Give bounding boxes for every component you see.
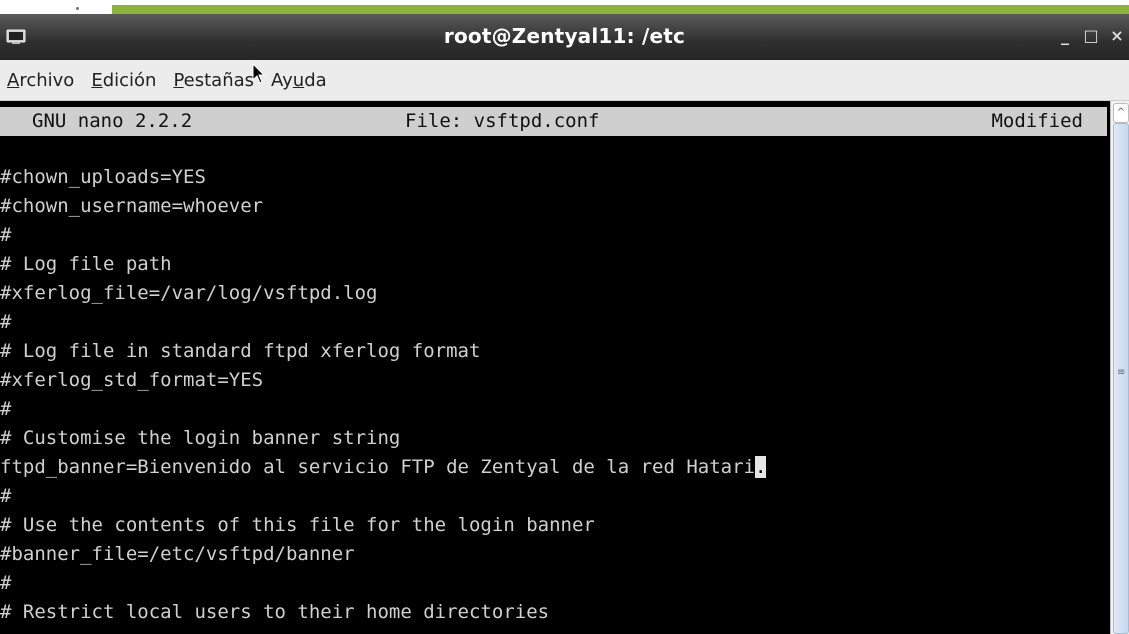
terminal-area[interactable]: GNU nano 2.2.2 File: vsftpd.conf Modifie… <box>0 101 1110 634</box>
scroll-up-button[interactable]: ^ <box>1113 103 1129 123</box>
editor-line: # <box>0 311 12 333</box>
editor-line: #chown_uploads=YES <box>0 166 206 188</box>
editor-line: # Log file in standard ftpd xferlog form… <box>0 340 481 362</box>
editor-line-text: ftpd_banner=Bienvenido al servicio FTP d… <box>0 456 755 478</box>
editor-line: #xferlog_file=/var/log/vsftpd.log <box>0 282 378 304</box>
editor-line: # <box>0 485 12 507</box>
menu-pestanas[interactable]: Pestañas <box>173 70 254 91</box>
editor-content[interactable]: #chown_uploads=YES #chown_username=whoev… <box>0 163 767 627</box>
editor-line-active: ftpd_banner=Bienvenido al servicio FTP d… <box>0 453 767 482</box>
desktop-strip <box>0 0 1129 14</box>
window-title: root@Zentyal11: /etc <box>443 24 686 48</box>
menu-ayuda[interactable]: Ayuda <box>271 70 327 91</box>
window-titlebar[interactable]: root@Zentyal11: /etc _ □ × <box>0 14 1129 60</box>
maximize-button[interactable]: □ <box>1083 27 1099 45</box>
editor-line: # <box>0 224 12 246</box>
close-button[interactable]: × <box>1109 27 1125 45</box>
editor-line: # <box>0 398 12 420</box>
scrollbar-grip-icon: ≡ <box>1117 367 1126 378</box>
editor-line: #xferlog_std_format=YES <box>0 369 264 391</box>
desktop-green-bar <box>112 5 1129 14</box>
editor-line: #chown_username=whoever <box>0 195 264 217</box>
editor-line: # Customise the login banner string <box>0 427 401 449</box>
menu-edicion[interactable]: Edición <box>91 70 156 91</box>
text-cursor: . <box>754 456 767 478</box>
mouse-pointer-icon <box>252 63 266 84</box>
editor-line: # Use the contents of this file for the … <box>0 514 595 536</box>
menu-archivo[interactable]: Archivo <box>7 70 74 91</box>
nano-version: GNU nano 2.2.2 <box>32 110 193 132</box>
desktop-dot <box>76 7 79 10</box>
minimize-button[interactable]: _ <box>1057 27 1073 45</box>
editor-line: #banner_file=/etc/vsftpd/banner <box>0 543 355 565</box>
editor-line: # Log file path <box>0 253 172 275</box>
scrollbar-thumb[interactable]: ≡ <box>1113 123 1129 634</box>
editor-line: # Restrict local users to their home dir… <box>0 601 550 623</box>
menu-bar: Archivo Edición Pestañas Ayuda <box>0 60 1129 101</box>
vertical-scrollbar[interactable]: ^ ≡ <box>1110 101 1129 634</box>
nano-status: Modified <box>991 110 1083 132</box>
editor-line: # <box>0 572 12 594</box>
nano-header: GNU nano 2.2.2 File: vsftpd.conf Modifie… <box>0 107 1107 136</box>
nano-filename: File: vsftpd.conf <box>405 110 600 132</box>
